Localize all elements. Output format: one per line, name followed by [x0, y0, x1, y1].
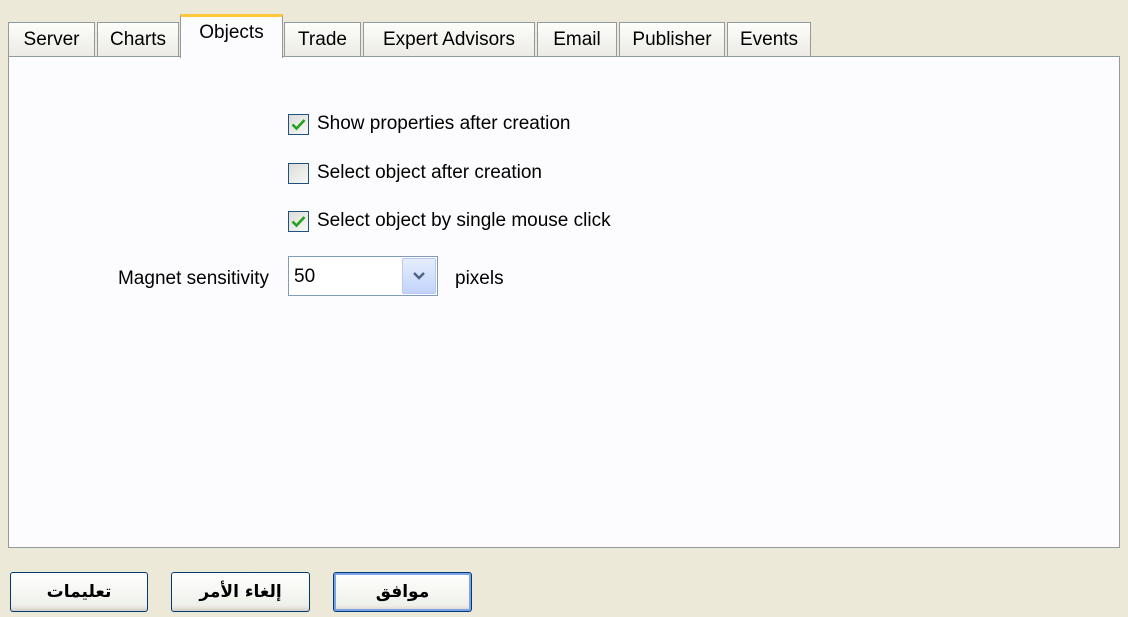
magnet-sensitivity-value: 50: [294, 266, 316, 287]
cancel-button[interactable]: إلغاء الأمر: [171, 572, 310, 612]
ok-button-label: موافق: [375, 582, 430, 602]
magnet-sensitivity-select[interactable]: 50: [288, 256, 438, 296]
show-properties-option[interactable]: Show properties after creation: [288, 113, 570, 135]
select-single-click-label: Select object by single mouse click: [317, 210, 611, 231]
tab-events[interactable]: Events: [727, 22, 811, 56]
tab-trade[interactable]: Trade: [284, 22, 361, 56]
tab-publisher[interactable]: Publisher: [619, 22, 725, 56]
magnet-sensitivity-label: Magnet sensitivity: [117, 268, 269, 289]
tab-server-label: Server: [23, 28, 80, 50]
tab-expert-advisors[interactable]: Expert Advisors: [363, 22, 535, 56]
tab-charts[interactable]: Charts: [97, 22, 179, 56]
select-after-creation-checkbox[interactable]: [288, 162, 309, 184]
tab-trade-label: Trade: [298, 28, 347, 50]
tab-objects[interactable]: Objects: [180, 14, 283, 58]
ok-button[interactable]: موافق: [333, 572, 472, 612]
tab-charts-label: Charts: [110, 28, 166, 50]
select-single-click-option[interactable]: Select object by single mouse click: [288, 210, 611, 232]
tab-objects-label: Objects: [199, 22, 264, 43]
tab-expert-advisors-label: Expert Advisors: [383, 28, 515, 50]
cancel-button-label: إلغاء الأمر: [199, 582, 282, 602]
tab-email[interactable]: Email: [537, 22, 617, 56]
help-button[interactable]: تعليمات: [10, 572, 148, 612]
pixels-unit-label: pixels: [455, 268, 504, 289]
select-after-creation-option[interactable]: Select object after creation: [288, 162, 542, 184]
tab-email-label: Email: [553, 28, 601, 50]
checkmark-icon: [291, 215, 306, 227]
tab-publisher-label: Publisher: [632, 28, 712, 50]
show-properties-checkbox[interactable]: [288, 113, 309, 135]
show-properties-label: Show properties after creation: [317, 113, 571, 134]
help-button-label: تعليمات: [46, 582, 112, 602]
select-after-creation-label: Select object after creation: [317, 162, 542, 183]
objects-panel: Show properties after creation Select ob…: [8, 56, 1120, 548]
tab-server[interactable]: Server: [8, 22, 95, 56]
tab-events-label: Events: [739, 28, 799, 50]
dropdown-button[interactable]: [402, 258, 436, 294]
select-single-click-checkbox[interactable]: [288, 210, 309, 232]
chevron-down-icon: [413, 272, 425, 280]
checkmark-icon: [291, 118, 306, 130]
